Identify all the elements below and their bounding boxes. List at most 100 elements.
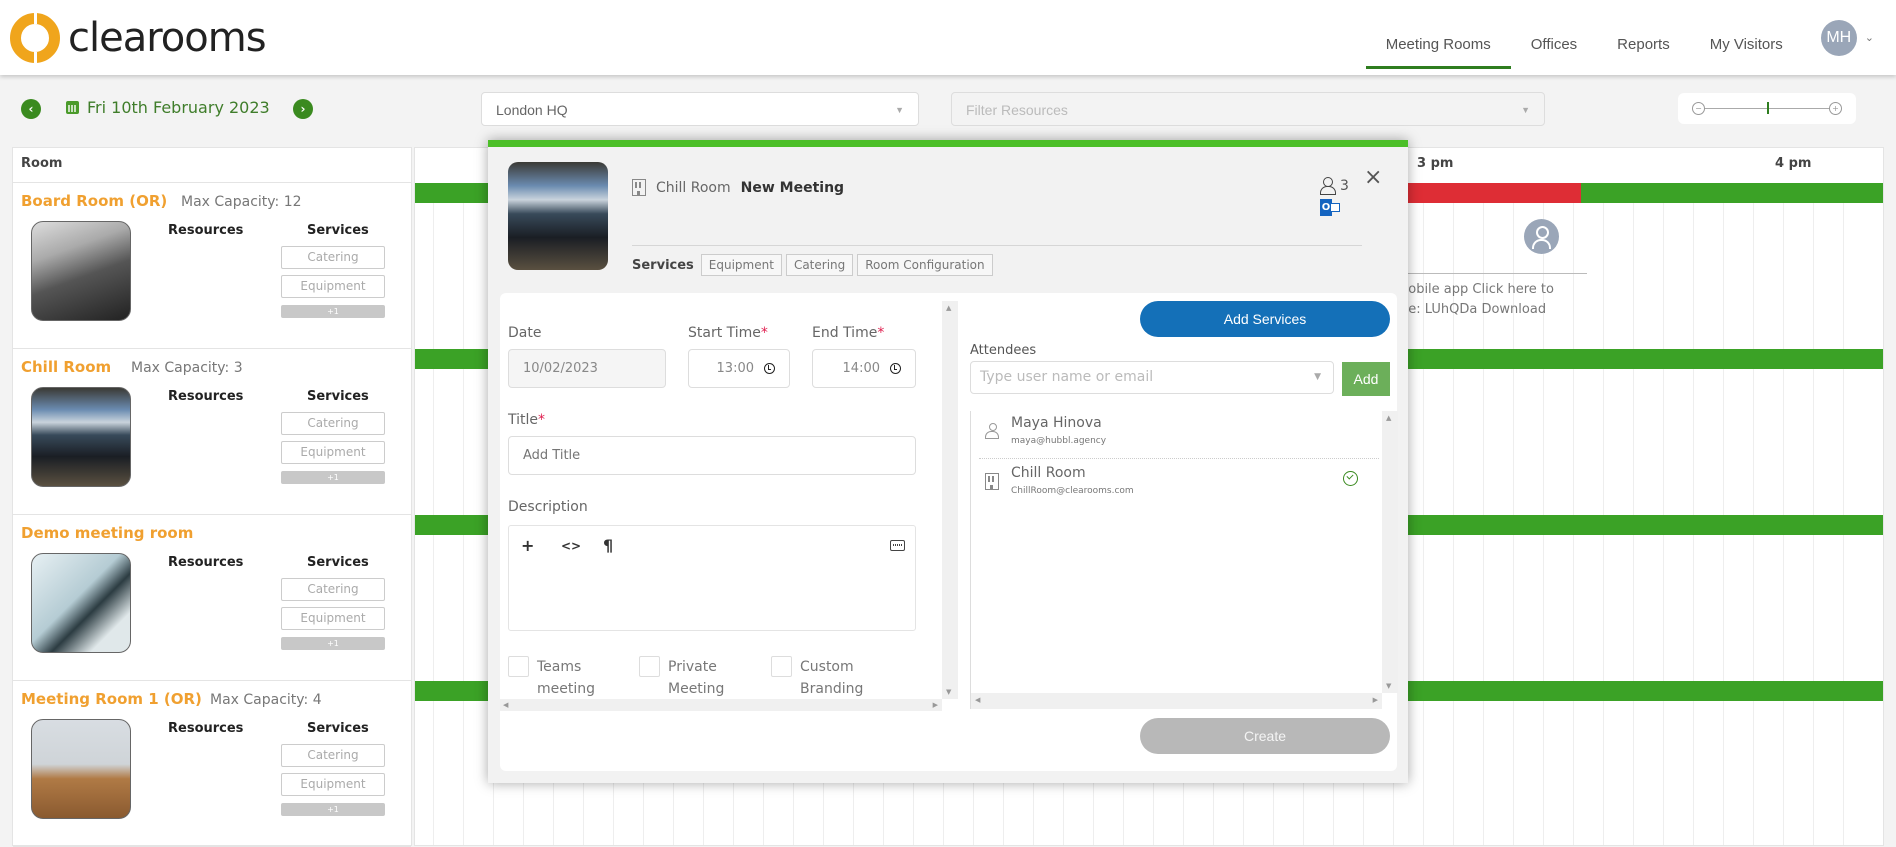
services-tabs-label: Services <box>632 257 694 273</box>
booking-text-line: nobile app Click here to <box>1400 282 1554 297</box>
nav-meeting-rooms[interactable]: Meeting Rooms <box>1365 7 1511 69</box>
grid-line <box>1783 183 1784 845</box>
zoom-out-icon[interactable]: − <box>1692 102 1705 115</box>
chevron-down-icon[interactable]: ⌄ <box>1865 31 1874 44</box>
scroll-down-icon[interactable]: ▼ <box>946 688 951 696</box>
tab-room-configuration[interactable]: Room Configuration <box>857 254 993 276</box>
room-capacity: Max Capacity: 3 <box>131 360 243 376</box>
user-avatar[interactable]: MH <box>1820 19 1857 56</box>
equipment-button[interactable]: Equipment <box>281 607 385 630</box>
more-services-button[interactable]: +1 <box>281 471 385 484</box>
catering-button[interactable]: Catering <box>281 412 385 435</box>
description-label: Description <box>508 499 588 515</box>
room-row: Meeting Room 1 (OR) Max Capacity: 4 Reso… <box>13 681 411 847</box>
equipment-button[interactable]: Equipment <box>281 275 385 298</box>
attendees-label: Attendees <box>970 343 1037 358</box>
new-meeting-modal: Chill Room New Meeting 3 O × Services Eq… <box>488 140 1408 783</box>
custom-branding-checkbox[interactable]: Custom Branding <box>771 656 880 700</box>
attendee-search-input[interactable]: Type user name or email ▼ <box>970 361 1334 394</box>
attendee-item[interactable]: Chill Room ChillRoom@clearooms.com <box>985 461 1375 509</box>
filter-resources-select[interactable]: Filter Resources ▼ <box>951 92 1545 126</box>
room-name[interactable]: Chill Room <box>21 358 111 376</box>
grid-line <box>1843 183 1844 845</box>
attendee-vertical-scrollbar[interactable]: ▲ ▼ <box>1382 411 1398 693</box>
add-block-icon[interactable]: + <box>521 536 534 555</box>
grid-line <box>1753 183 1754 845</box>
services-label: Services <box>307 555 369 570</box>
checkbox[interactable] <box>771 656 792 677</box>
caret-down-icon: ▼ <box>895 105 904 115</box>
catering-button[interactable]: Catering <box>281 744 385 767</box>
close-icon[interactable]: × <box>1364 167 1382 189</box>
add-attendee-button[interactable]: Add <box>1342 362 1390 396</box>
add-services-button[interactable]: Add Services <box>1140 301 1390 337</box>
location-select[interactable]: London HQ ▼ <box>481 92 919 126</box>
end-time-field[interactable]: 14:00 <box>812 349 916 388</box>
keyboard-icon[interactable] <box>890 540 905 551</box>
resources-label: Resources <box>168 721 244 736</box>
room-row: Demo meeting room Resources Services Cat… <box>13 515 411 681</box>
date-display[interactable]: Fri 10th February 2023 <box>66 98 270 117</box>
scroll-right-icon[interactable]: ▶ <box>933 701 938 709</box>
create-button[interactable]: Create <box>1140 718 1390 754</box>
checkbox-label: Private Meeting <box>668 659 725 697</box>
form-horizontal-scrollbar[interactable]: ◀ ▶ <box>500 699 942 711</box>
scroll-up-icon[interactable]: ▲ <box>1386 414 1391 422</box>
description-editor[interactable]: + <> ¶ <box>508 525 916 631</box>
booking-organizer-avatar[interactable] <box>1524 219 1559 254</box>
outlook-icon[interactable]: O <box>1320 199 1340 216</box>
tab-equipment[interactable]: Equipment <box>700 254 782 276</box>
slider-handle[interactable] <box>1767 102 1769 114</box>
catering-button[interactable]: Catering <box>281 246 385 269</box>
attendee-count: 3 <box>1320 177 1349 195</box>
clock-icon <box>890 363 901 374</box>
modal-title: New Meeting <box>740 179 845 196</box>
current-date: Fri 10th February 2023 <box>87 98 270 117</box>
teams-meeting-checkbox[interactable]: Teams meeting <box>508 656 617 700</box>
start-time-label: Start Time* <box>688 325 768 341</box>
catering-button[interactable]: Catering <box>281 578 385 601</box>
building-icon <box>985 473 999 490</box>
grid-line <box>463 183 464 845</box>
nav-my-visitors[interactable]: My Visitors <box>1690 7 1803 69</box>
private-meeting-checkbox[interactable]: Private Meeting <box>639 656 748 700</box>
nav-offices[interactable]: Offices <box>1511 7 1597 69</box>
logo[interactable]: clearooms <box>10 12 267 64</box>
previous-day-button[interactable]: ‹ <box>21 99 41 119</box>
attendee-item[interactable]: Maya Hinova maya@hubbl.agency <box>985 411 1375 459</box>
checkbox[interactable] <box>639 656 660 677</box>
next-day-button[interactable]: › <box>293 99 313 119</box>
more-services-button[interactable]: +1 <box>281 637 385 650</box>
scroll-up-icon[interactable]: ▲ <box>946 304 951 312</box>
room-capacity: Max Capacity: 12 <box>181 194 302 210</box>
booked-bar[interactable] <box>1405 183 1581 203</box>
checkbox[interactable] <box>508 656 529 677</box>
code-icon[interactable]: <> <box>561 539 581 553</box>
form-vertical-scrollbar[interactable]: ▲ ▼ <box>942 301 958 699</box>
scroll-left-icon[interactable]: ◀ <box>503 701 508 709</box>
room-name[interactable]: Meeting Room 1 (OR) <box>21 690 202 708</box>
more-services-button[interactable]: +1 <box>281 803 385 816</box>
scroll-down-icon[interactable]: ▼ <box>1386 682 1391 690</box>
nav-reports[interactable]: Reports <box>1597 7 1690 69</box>
rooms-panel: Room Board Room (OR) Max Capacity: 12 Re… <box>12 147 412 847</box>
start-time-field[interactable]: 13:00 <box>688 349 790 388</box>
scroll-right-icon[interactable]: ▶ <box>1373 696 1378 704</box>
attendee-horizontal-scrollbar[interactable]: ◀ ▶ <box>971 693 1382 709</box>
scroll-left-icon[interactable]: ◀ <box>975 696 980 704</box>
zoom-in-icon[interactable]: + <box>1829 102 1842 115</box>
title-input[interactable] <box>508 436 916 475</box>
date-field[interactable]: 10/02/2023 <box>508 349 666 388</box>
zoom-slider[interactable]: − + <box>1678 93 1856 124</box>
equipment-button[interactable]: Equipment <box>281 441 385 464</box>
room-name[interactable]: Demo meeting room <box>21 524 193 542</box>
more-services-button[interactable]: +1 <box>281 305 385 318</box>
tab-catering[interactable]: Catering <box>785 254 854 276</box>
room-capacity: Max Capacity: 4 <box>210 692 322 708</box>
booking-description[interactable]: nobile app Click here to de: LUhQDa Down… <box>1400 280 1590 320</box>
equipment-button[interactable]: Equipment <box>281 773 385 796</box>
caret-down-icon: ▼ <box>1521 105 1530 115</box>
paragraph-icon[interactable]: ¶ <box>603 536 613 555</box>
room-name[interactable]: Board Room (OR) <box>21 192 167 210</box>
booking-divider <box>1399 273 1587 274</box>
